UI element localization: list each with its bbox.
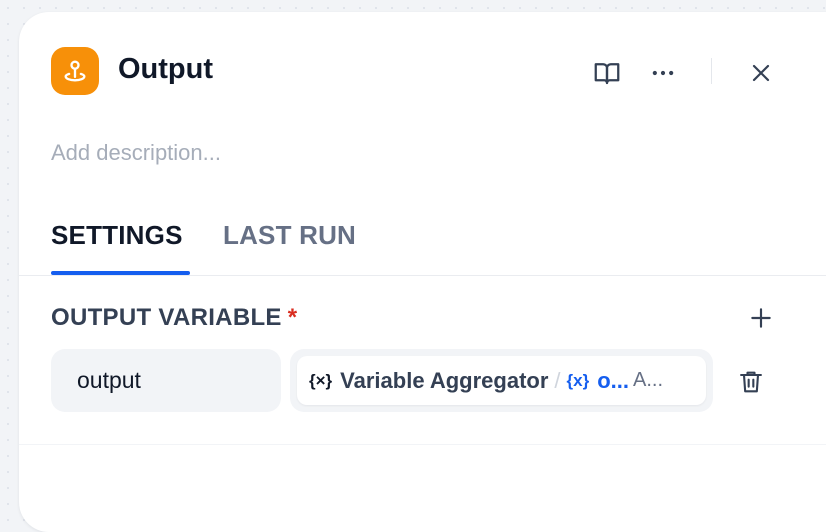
header-divider [711,58,712,84]
docs-book-icon[interactable] [589,55,625,91]
description-input[interactable] [51,137,551,169]
variable-reference-selector[interactable]: {×} Variable Aggregator / {x} o... A... [290,349,713,412]
path-separator: / [554,367,561,393]
source-variable-name: o... [597,367,630,393]
node-settings-panel: Output SETTINGS LAST RUN OUTPUT VARIABLE… [19,12,826,532]
required-mark: * [287,304,298,331]
variable-icon-blue: {x} [566,370,590,390]
variable-name-input[interactable]: output [51,349,281,412]
output-node-icon [51,47,99,95]
output-variable-label: OUTPUT VARIABLE * [51,304,297,332]
more-options-icon[interactable] [645,55,681,91]
delete-variable-button[interactable] [733,364,769,400]
tab-last-run[interactable]: LAST RUN [223,220,356,251]
source-node-name: Variable Aggregator [340,367,549,393]
output-variable-label-text: OUTPUT VARIABLE [51,304,282,331]
add-variable-button[interactable] [743,300,779,336]
trash-icon [740,371,762,393]
variable-reference-chip[interactable]: {×} Variable Aggregator / {x} o... A... [297,356,706,405]
section-divider [19,444,826,445]
variable-icon: {×} [309,370,333,390]
plus-icon [751,308,771,328]
variable-type: A... [633,369,664,391]
node-title[interactable]: Output [118,53,213,86]
tabs-divider [19,275,826,276]
tab-settings[interactable]: SETTINGS [51,220,183,251]
close-icon[interactable] [743,55,779,91]
